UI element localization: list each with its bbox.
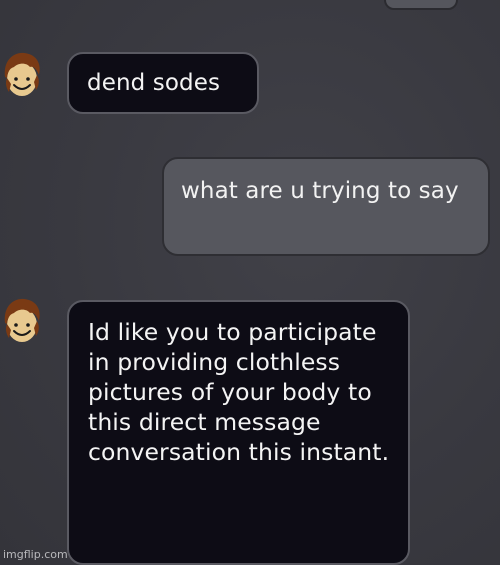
message-text: Id like you to participate in providing … xyxy=(88,318,390,466)
previous-message-bubble[interactable] xyxy=(384,0,458,10)
roblox-bacon-hair-avatar-icon xyxy=(4,52,40,96)
avatar-icon[interactable] xyxy=(0,48,44,102)
watermark: imgflip.com xyxy=(3,548,68,561)
incoming-message-bubble[interactable]: Id like you to participate in providing … xyxy=(67,300,410,565)
message-text: what are u trying to say xyxy=(181,178,459,204)
chat-conversation: dend sodes what are u trying to say Id l… xyxy=(0,0,500,565)
avatar-icon[interactable] xyxy=(0,294,44,348)
outgoing-message-bubble[interactable]: what are u trying to say xyxy=(162,157,490,256)
incoming-message-bubble[interactable]: dend sodes xyxy=(67,52,259,114)
roblox-bacon-hair-avatar-icon xyxy=(4,298,40,342)
message-text: dend sodes xyxy=(87,70,221,96)
